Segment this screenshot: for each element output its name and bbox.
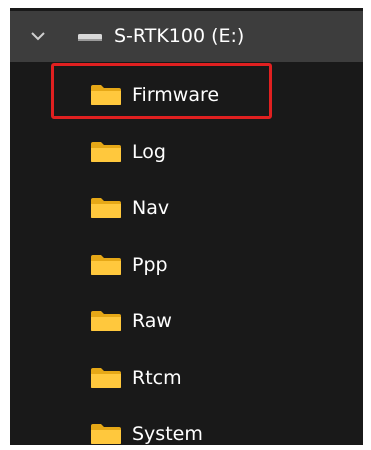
drive-icon (78, 34, 102, 41)
folder-icon (91, 85, 121, 105)
folder-item-rtcm[interactable]: Rtcm (10, 350, 363, 406)
folder-item-ppp[interactable]: Ppp (10, 237, 363, 293)
drive-label: S-RTK100 (E:) (114, 25, 245, 47)
folder-item-nav[interactable]: Nav (10, 180, 363, 236)
folder-icon (91, 142, 121, 162)
folder-icon (91, 311, 121, 331)
chevron-down-icon[interactable] (30, 29, 46, 43)
folder-label: Nav (132, 197, 170, 219)
folder-label: Rtcm (132, 367, 182, 389)
folder-item-system[interactable]: System (10, 406, 363, 445)
folder-label: Ppp (132, 254, 168, 276)
folder-icon (91, 198, 121, 218)
folder-label: Log (132, 141, 166, 163)
folder-item-log[interactable]: Log (10, 124, 363, 180)
folder-label: Firmware (132, 84, 220, 106)
folder-icon (91, 368, 121, 388)
folder-icon (91, 424, 121, 444)
file-explorer-navigation-pane: S-RTK100 (E:) Firmware Log Nav Ppp Raw R… (10, 8, 363, 445)
drive-item-s-rtk100[interactable]: S-RTK100 (E:) (10, 11, 363, 62)
folder-item-raw[interactable]: Raw (10, 293, 363, 349)
folder-item-firmware[interactable]: Firmware (10, 67, 363, 123)
folder-label: Raw (132, 310, 172, 332)
folder-label: System (132, 423, 203, 445)
folder-icon (91, 255, 121, 275)
